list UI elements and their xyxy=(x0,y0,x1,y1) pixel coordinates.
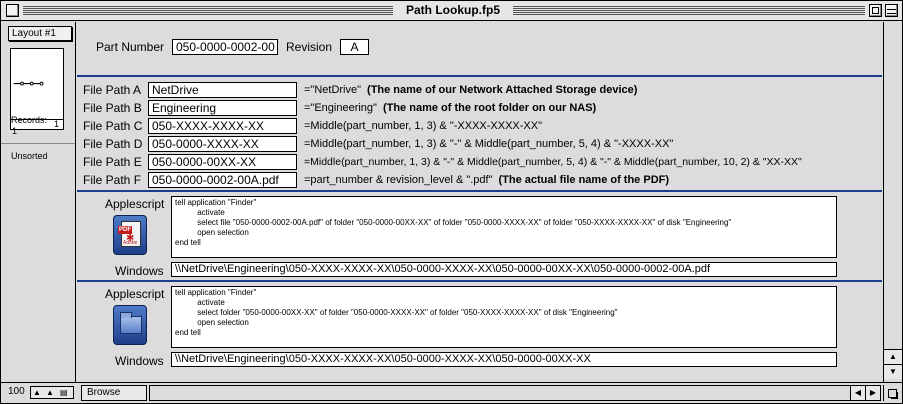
part-number-field[interactable]: 050-0000-0002-00 xyxy=(172,39,278,55)
section-divider xyxy=(77,280,882,282)
mode-popup[interactable]: Browse xyxy=(81,385,147,401)
file-path-b-label: File Path B xyxy=(83,101,142,115)
part-number-label: Part Number xyxy=(96,40,165,54)
revision-label: Revision xyxy=(286,40,333,54)
resize-grow-box[interactable] xyxy=(883,385,900,401)
zoom-in-icon[interactable]: ▲ xyxy=(46,388,54,397)
scroll-right-arrow-icon[interactable]: ▶ xyxy=(865,386,880,400)
title-stripes-left xyxy=(23,6,393,15)
close-box[interactable] xyxy=(6,4,19,17)
file-path-f-label: File Path F xyxy=(83,173,142,187)
status-area-toggle-icon[interactable]: ▤ xyxy=(60,388,68,397)
section-divider xyxy=(77,190,882,192)
pdf-applescript-field[interactable]: tell application "Finder" activate selec… xyxy=(171,196,837,258)
zoom-box[interactable] xyxy=(869,4,882,17)
horizontal-scrollbar[interactable]: ◀ ▶ xyxy=(149,385,881,401)
file-path-a-formula: ="NetDrive" (The name of our Network Atta… xyxy=(304,84,637,96)
file-path-d-label: File Path D xyxy=(83,137,143,151)
layout-menu[interactable]: Layout #1 xyxy=(8,26,72,41)
folder-windows-label: Windows xyxy=(115,354,164,368)
file-path-d-formula: =Middle(part_number, 1, 3) & "-" & Middl… xyxy=(304,138,674,150)
window-title: Path Lookup.fp5 xyxy=(393,3,513,17)
sort-status: Unsorted xyxy=(11,151,48,161)
open-pdf-button[interactable]: PDF ✱ Adobe xyxy=(113,215,147,255)
pdf-icon: PDF ✱ Adobe xyxy=(118,221,141,247)
status-area: Layout #1 ⊸⊸⊸ 1 Records: 1 Unsorted xyxy=(1,22,76,382)
file-path-e-field[interactable]: 050-0000-00XX-XX xyxy=(148,154,297,170)
filemaker-window: Path Lookup.fp5 Layout #1 ⊸⊸⊸ 1 Records:… xyxy=(0,0,903,404)
file-path-c-formula: =Middle(part_number, 1, 3) & "-XXXX-XXXX… xyxy=(304,120,542,132)
folder-applescript-field[interactable]: tell application "Finder" activate selec… xyxy=(171,286,837,348)
vertical-scrollbar[interactable]: ▲ ▼ xyxy=(883,22,902,382)
formula-note: (The name of our Network Attached Storag… xyxy=(367,84,638,96)
folder-icon xyxy=(120,312,142,334)
layout-content: Part Number 050-0000-0002-00 Revision A … xyxy=(77,22,882,382)
revision-field[interactable]: A xyxy=(340,39,369,55)
formula-note: (The name of the root folder on our NAS) xyxy=(382,102,597,114)
formula-text: ="NetDrive" xyxy=(304,84,362,96)
file-path-f-field[interactable]: 050-0000-0002-00A.pdf xyxy=(148,172,297,188)
scroll-up-arrow-icon[interactable]: ▲ xyxy=(884,349,902,364)
pdf-windows-label: Windows xyxy=(115,264,164,278)
file-path-b-formula: ="Engineering" (The name of the root fold… xyxy=(304,102,596,114)
scroll-down-arrow-icon[interactable]: ▼ xyxy=(884,364,902,379)
title-stripes-right xyxy=(513,6,865,15)
bottom-bar: 100 ▲ ▲ ▤ Browse ◀ ▶ xyxy=(1,382,902,403)
file-path-e-label: File Path E xyxy=(83,155,142,169)
formula-text: ="Engineering" xyxy=(304,102,377,114)
book-rings-icon: ⊸⊸⊸ xyxy=(13,75,44,91)
section-divider xyxy=(77,75,882,77)
pdf-windows-path-field[interactable]: \\NetDrive\Engineering\050-XXXX-XXXX-XX\… xyxy=(171,262,837,277)
status-divider xyxy=(1,143,75,144)
zoom-out-icon[interactable]: ▲ xyxy=(33,388,41,397)
zoom-controls[interactable]: ▲ ▲ ▤ xyxy=(30,386,74,399)
scroll-left-arrow-icon[interactable]: ◀ xyxy=(850,386,865,400)
collapse-box[interactable] xyxy=(885,4,898,17)
formula-note: (The actual file name of the PDF) xyxy=(498,174,670,186)
open-folder-button[interactable] xyxy=(113,305,147,345)
page-number: 1 xyxy=(53,119,59,129)
file-path-a-label: File Path A xyxy=(83,83,142,97)
title-bar[interactable]: Path Lookup.fp5 xyxy=(1,1,902,21)
file-path-d-field[interactable]: 050-0000-XXXX-XX xyxy=(148,136,297,152)
file-path-c-field[interactable]: 050-XXXX-XXXX-XX xyxy=(148,118,297,134)
formula-text: =part_number & revision_level & ".pdf" xyxy=(304,174,493,186)
file-path-e-formula: =Middle(part_number, 1, 3) & "-" & Middl… xyxy=(304,156,802,168)
file-path-c-label: File Path C xyxy=(83,119,143,133)
adobe-label: Adobe xyxy=(123,240,138,246)
zoom-level: 100 xyxy=(8,386,25,397)
records-count: 1 xyxy=(12,126,18,136)
folder-windows-path-field[interactable]: \\NetDrive\Engineering\050-XXXX-XXXX-XX\… xyxy=(171,352,837,367)
file-path-a-field[interactable]: NetDrive xyxy=(148,82,297,98)
file-path-f-formula: =part_number & revision_level & ".pdf" (T… xyxy=(304,174,669,186)
file-path-b-field[interactable]: Engineering xyxy=(148,100,297,116)
records-label: Records: xyxy=(11,115,48,125)
folder-applescript-label: Applescript xyxy=(105,287,165,301)
pdf-applescript-label: Applescript xyxy=(105,197,165,211)
